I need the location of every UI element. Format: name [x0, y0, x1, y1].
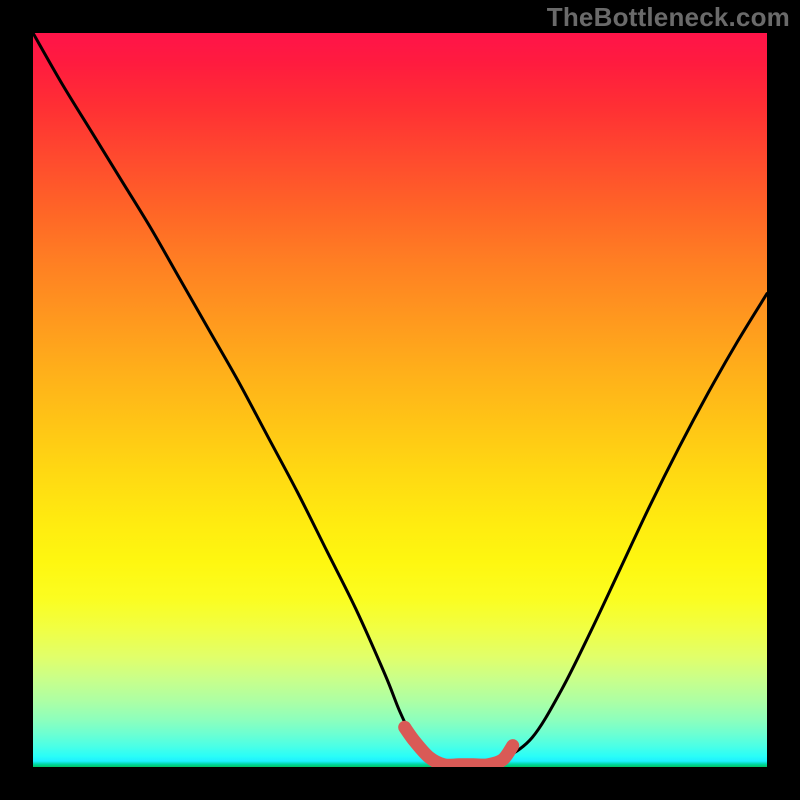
chart-container: TheBottleneck.com	[0, 0, 800, 800]
chart-svg	[33, 33, 767, 767]
bottleneck-curve	[33, 33, 767, 767]
valley-accent	[405, 727, 513, 765]
watermark-text: TheBottleneck.com	[547, 2, 790, 33]
